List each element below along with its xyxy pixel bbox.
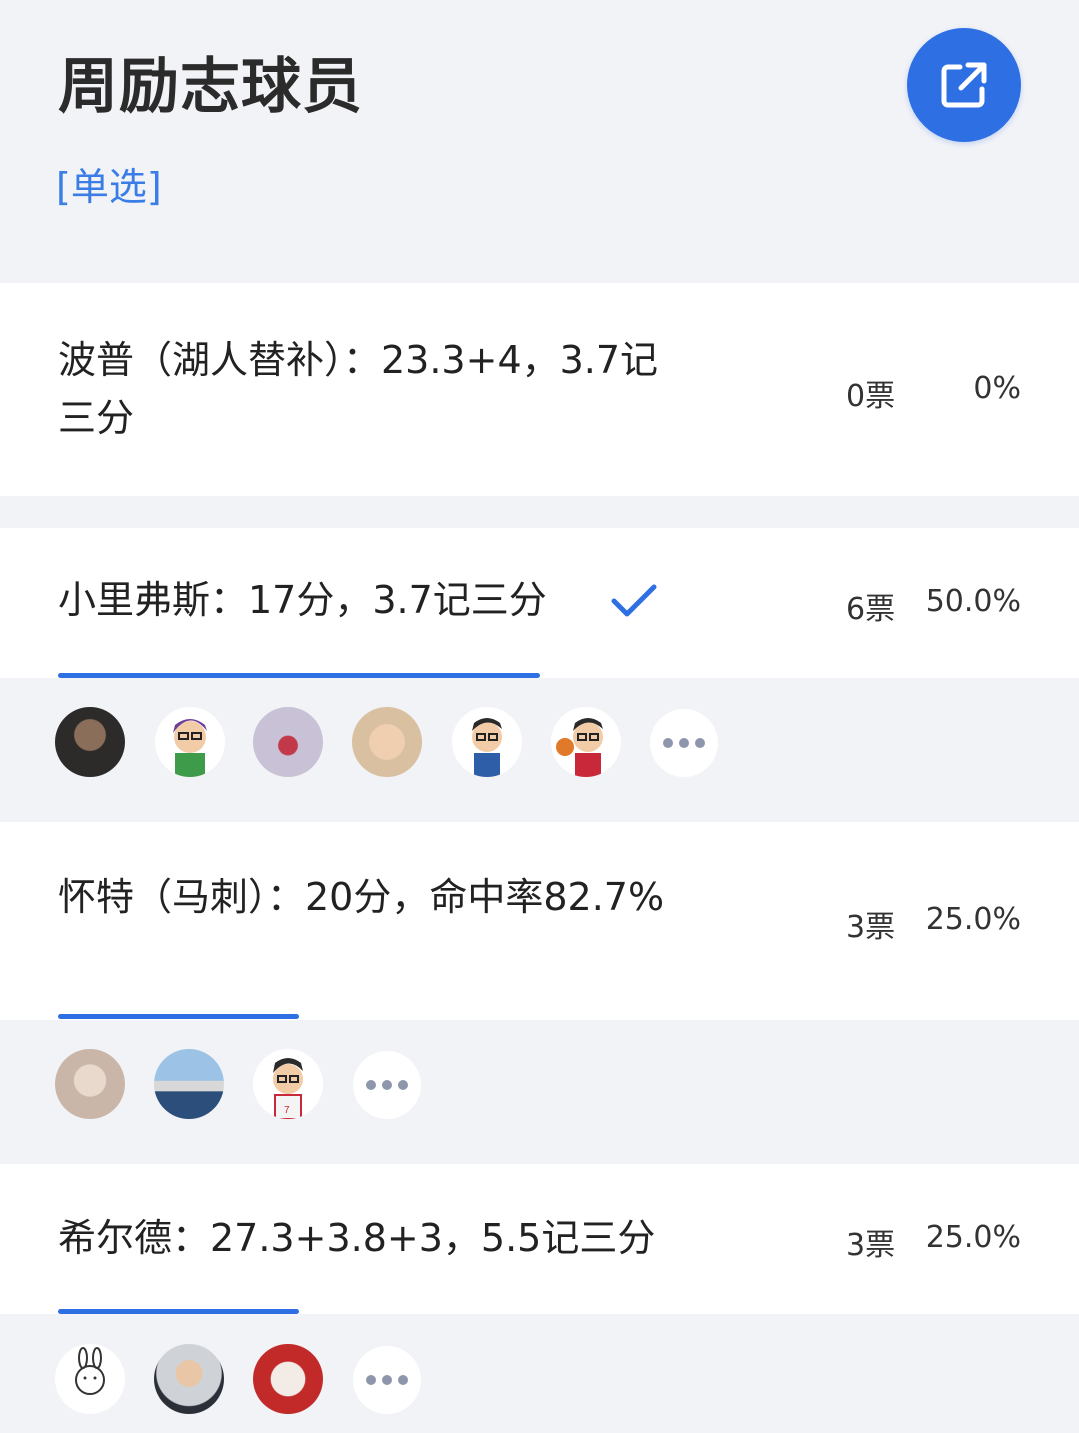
vote-count: 3票	[846, 910, 896, 945]
voter-avatar[interactable]	[352, 707, 422, 777]
cartoon-avatar-image: 7	[273, 1058, 303, 1119]
voter-avatar[interactable]	[253, 707, 323, 777]
more-dot	[679, 738, 689, 748]
option-label: 小里弗斯：17分，3.7记三分	[58, 578, 547, 622]
poll-option-2[interactable]: 小里弗斯：17分，3.7记三分 6票 50.0%	[0, 528, 1079, 678]
voter-avatar[interactable]	[155, 707, 225, 777]
voter-avatar[interactable]	[55, 1344, 125, 1414]
voter-avatar[interactable]	[154, 1344, 224, 1414]
external-link-icon	[941, 62, 987, 108]
share-button[interactable]	[907, 28, 1021, 142]
poll-option-1[interactable]: 波普（湖人替补）：23.3+4，3.7记 三分 0票 0%	[0, 283, 1079, 496]
more-dots-icon	[366, 1375, 376, 1385]
voter-avatar[interactable]	[55, 707, 125, 777]
vote-count: 0票	[846, 379, 896, 414]
rabbit-avatar-image	[75, 1347, 105, 1395]
more-voters-button[interactable]	[353, 1346, 421, 1414]
more-voters-button[interactable]	[353, 1051, 421, 1119]
voter-avatar[interactable]: 7	[253, 1049, 323, 1119]
voter-avatars: 7	[0, 1020, 1079, 1164]
voter-avatar[interactable]	[452, 707, 522, 777]
more-dots-icon	[663, 738, 673, 748]
svg-text:7: 7	[284, 1105, 290, 1116]
more-dot	[382, 1375, 392, 1385]
option-label-line1: 波普（湖人替补）：23.3+4，3.7记	[58, 338, 659, 382]
poll-title: 周励志球员	[58, 52, 363, 122]
option-label-line2: 三分	[58, 396, 135, 440]
option-label: 希尔德：27.3+3.8+3，5.5记三分	[58, 1216, 656, 1260]
vote-percent: 25.0%	[925, 1220, 1021, 1255]
vote-progress-fill	[58, 1014, 299, 1019]
vote-percent: 0%	[973, 371, 1021, 406]
poll-header: 周励志球员 [单选]	[0, 0, 1079, 283]
option-label: 波普（湖人替补）：23.3+4，3.7记 三分	[58, 331, 658, 447]
option-label: 怀特（马刺）：20分，命中率82.7%	[58, 875, 665, 919]
more-dot	[398, 1080, 408, 1090]
voter-avatar[interactable]	[55, 1049, 125, 1119]
voter-avatar[interactable]	[253, 1344, 323, 1414]
more-voters-button[interactable]	[650, 709, 718, 777]
cartoon-avatar-image	[472, 718, 502, 777]
more-dot	[695, 738, 705, 748]
voter-avatars	[0, 1314, 1079, 1433]
poll-option-3[interactable]: 怀特（马刺）：20分，命中率82.7% 3票 25.0%	[0, 822, 1079, 1020]
vote-count: 3票	[846, 1228, 896, 1263]
vote-progress-bar	[58, 1014, 1022, 1019]
more-dots-icon	[366, 1080, 376, 1090]
voter-avatars	[0, 678, 1079, 822]
vote-count: 6票	[846, 592, 896, 627]
more-dot	[382, 1080, 392, 1090]
vote-percent: 25.0%	[925, 902, 1021, 937]
cartoon-avatar-image	[556, 718, 603, 777]
vote-percent: 50.0%	[925, 584, 1021, 619]
checkmark-icon	[611, 584, 657, 617]
voter-avatar[interactable]	[551, 707, 621, 777]
poll-option-4[interactable]: 希尔德：27.3+3.8+3，5.5记三分 3票 25.0%	[0, 1164, 1079, 1314]
poll-type-label: [单选]	[56, 165, 162, 209]
voter-avatar[interactable]	[154, 1049, 224, 1119]
cartoon-avatar-image	[173, 719, 207, 777]
more-dot	[398, 1375, 408, 1385]
